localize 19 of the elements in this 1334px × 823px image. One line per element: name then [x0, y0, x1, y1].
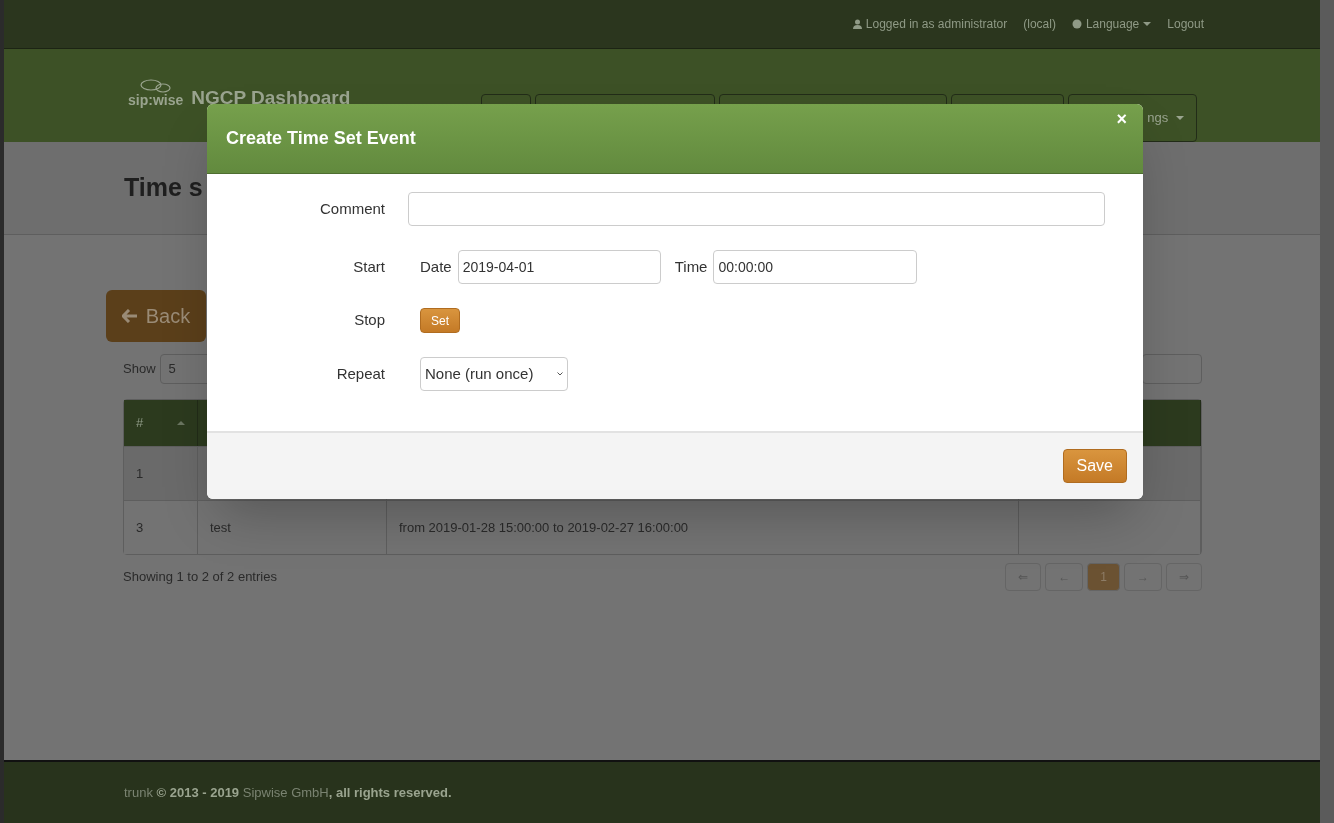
table-info: Showing 1 to 2 of 2 entries: [123, 568, 277, 587]
table-cell-text: 3: [136, 518, 144, 537]
column-title: #: [136, 414, 144, 433]
modal-title: Create Time Set Event: [226, 127, 416, 150]
show-label: Show: [123, 360, 156, 379]
logo-mark: sip:wise: [128, 79, 184, 107]
realm-label: (local): [1023, 16, 1056, 33]
field-label: Stop: [353, 310, 386, 331]
field-label: Comment: [318, 198, 386, 219]
footer-text: trunk © 2013 - 2019 Sipwise GmbH, all rights reserved.: [124, 783, 452, 802]
field-label: Repeat: [335, 363, 386, 384]
app-title: NGCP Dashboard: [191, 88, 351, 107]
field-label: Start: [352, 256, 386, 277]
date-label: Date: [420, 256, 452, 277]
page-title: Time s: [124, 172, 203, 204]
table-cell-text: from 2019-01-28 15:00:00 to 2019-02-27 16:00:00: [399, 518, 689, 537]
time-label: Time: [674, 256, 708, 277]
table-cell-text: test: [210, 518, 231, 537]
table-cell-text: 1: [136, 464, 144, 483]
